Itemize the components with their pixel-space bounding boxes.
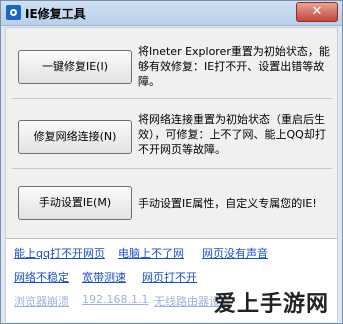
link-page-not-opening[interactable]: 网页打不开 — [142, 269, 197, 285]
ie-repair-window: IE修复工具 ✕ 一键修复IE(I) 将Ineter Explorer重置为初始… — [0, 0, 343, 324]
link-browser-crash[interactable]: 浏览器崩溃 — [14, 293, 69, 309]
repair-network-button[interactable]: 修复网络连接(N) — [18, 120, 132, 154]
link-router-ip[interactable]: 192.168.1.1 — [82, 293, 148, 306]
manual-ie-settings-button[interactable]: 手动设置IE(M) — [18, 186, 132, 220]
repair-network-description: 将网络连接重置为初始状态（重启后生效），可修复：上不了网、能上QQ却打不开网页等… — [138, 113, 326, 156]
repair-network-section: 修复网络连接(N) 将网络连接重置为初始状态（重启后生效），可修复：上不了网、能… — [6, 98, 337, 174]
main-panel: 一键修复IE(I) 将Ineter Explorer重置为初始状态，能够有效修复… — [5, 27, 338, 322]
manual-settings-section: 手动设置IE(M) 手动设置IE属性，自定义专属您的IE! — [6, 168, 337, 244]
link-qq-no-webpage[interactable]: 能上qq打不开网页 — [14, 245, 105, 261]
site-watermark: 爱上手游网 — [213, 292, 329, 317]
repair-ie-description: 将Ineter Explorer重置为初始状态，能够有效修复：IE打不开、设置出… — [138, 45, 330, 88]
repair-ie-section: 一键修复IE(I) 将Ineter Explorer重置为初始状态，能够有效修复… — [6, 28, 337, 104]
close-button[interactable]: ✕ — [296, 2, 338, 22]
ie-app-icon — [6, 5, 21, 20]
manual-settings-description: 手动设置IE属性，自定义专属您的IE! — [138, 197, 317, 210]
link-no-sound[interactable]: 网页没有声音 — [202, 245, 268, 261]
link-unstable-network[interactable]: 网络不稳定 — [14, 269, 69, 285]
one-click-repair-ie-button[interactable]: 一键修复IE(I) — [18, 50, 132, 84]
link-speed-test[interactable]: 宽带测速 — [82, 269, 126, 285]
help-links-panel: 能上qq打不开网页 电脑上不了网 网页没有声音 网络不稳定 宽带测速 网页打不开… — [6, 238, 337, 322]
window-title: IE修复工具 — [25, 7, 86, 21]
link-no-internet[interactable]: 电脑上不了网 — [118, 245, 184, 261]
title-bar[interactable]: IE修复工具 ✕ — [1, 1, 342, 26]
